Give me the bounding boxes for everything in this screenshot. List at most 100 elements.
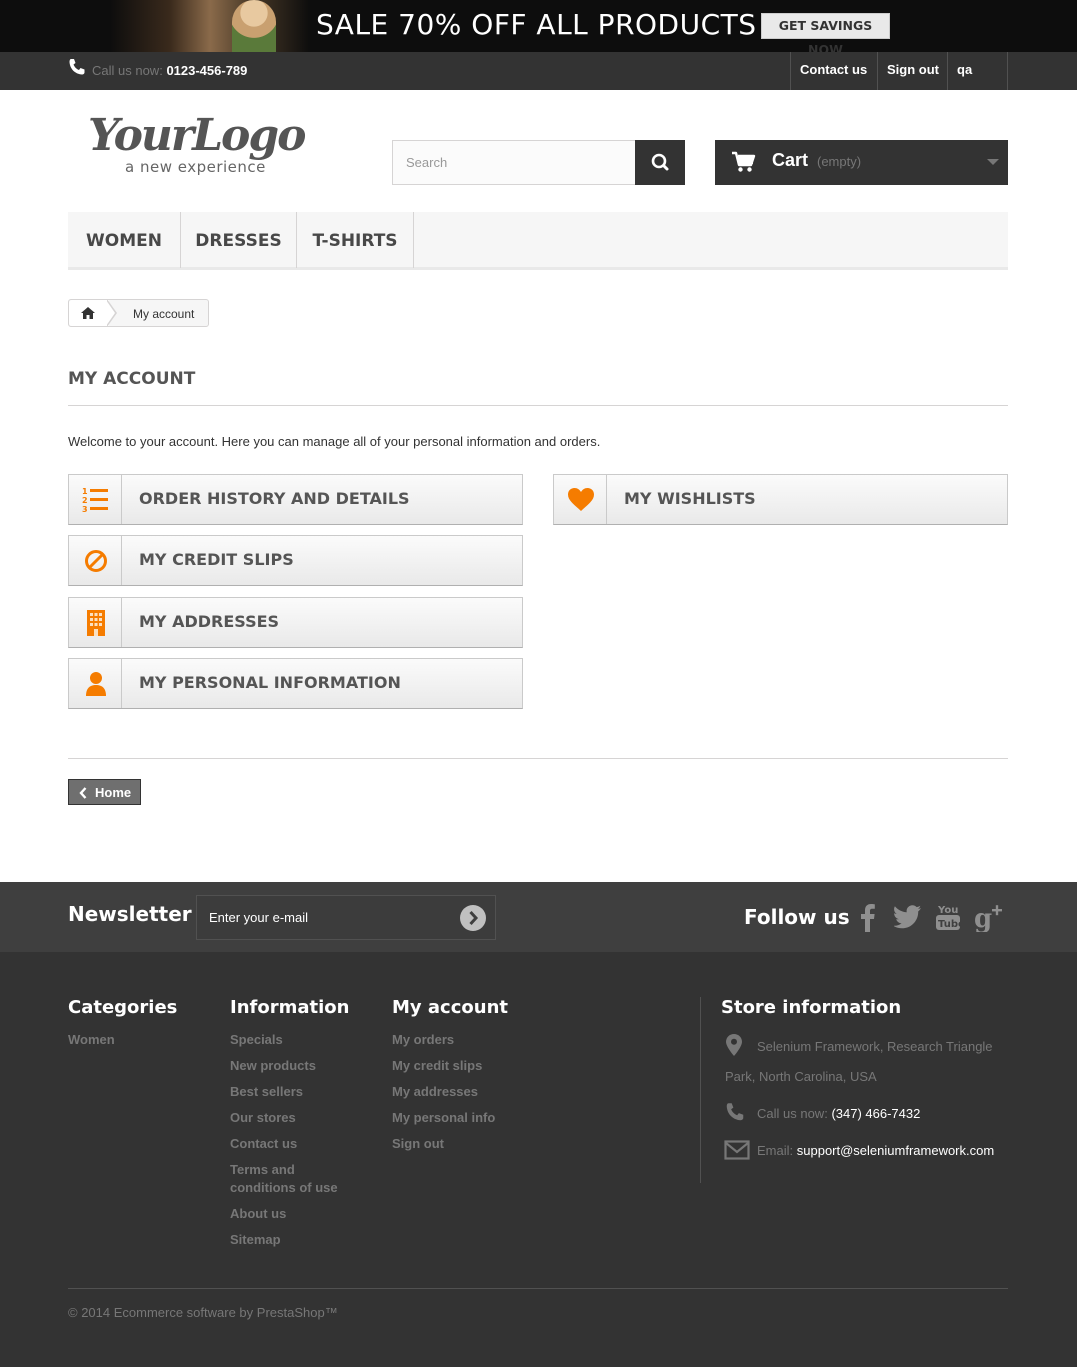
banner-model-image [232,0,276,52]
breadcrumb-current: My account [133,307,195,321]
store-email-line: Email: support@seleniumframework.com [757,1143,994,1158]
footer-link-contact-us[interactable]: Contact us [230,1135,297,1153]
get-savings-button[interactable]: GET SAVINGS NOW [761,13,890,52]
call-us-label: Call us now: [92,63,163,78]
personal-info-label: MY PERSONAL INFORMATION [139,673,401,692]
footer-link-my-credit-slips[interactable]: My credit slips [392,1057,482,1075]
search-icon [651,153,669,171]
building-icon [87,610,105,636]
footer-link-new-products[interactable]: New products [230,1057,316,1075]
footer-store-info-title: Store information [721,997,902,1018]
chevron-left-icon [79,787,87,799]
heart-icon [568,488,594,511]
order-history-icon-box: 1 2 3 [69,475,122,524]
order-history-label: ORDER HISTORY AND DETAILS [139,489,410,508]
cart-status: (empty) [817,154,862,169]
breadcrumb: My account [68,299,209,327]
store-logo[interactable]: YourLogo a new experience [88,110,328,182]
follow-us-title: Follow us [744,905,850,929]
menu-item-dresses[interactable]: DRESSES [181,212,297,268]
facebook-icon[interactable] [858,902,878,932]
newsletter-bar: Newsletter Enter your e-mail Follow us Y… [0,882,1077,952]
copyright-text: © 2014 Ecommerce software by PrestaShop™ [68,1305,338,1320]
footer-information-title: Information [230,997,350,1018]
personal-info-button[interactable]: MY PERSONAL INFORMATION [68,658,523,709]
google-plus-icon[interactable]: g [974,902,1004,932]
account-name-link[interactable]: qa test [947,52,1008,112]
logo-tagline: a new experience [125,158,266,176]
map-marker-icon [726,1034,742,1056]
youtube-icon[interactable]: You Tube [935,902,961,932]
addresses-label: MY ADDRESSES [139,612,280,631]
user-icon [86,672,106,696]
footer-link-my-orders[interactable]: My orders [392,1031,454,1049]
store-phone-number: (347) 466-7432 [831,1106,921,1121]
footer-link-sitemap[interactable]: Sitemap [230,1231,281,1249]
footer-link-sign-out[interactable]: Sign out [392,1135,444,1153]
addresses-icon-box [69,598,122,647]
newsletter-title: Newsletter [68,902,192,926]
home-icon [81,307,95,319]
search-button[interactable] [635,140,685,185]
footer-link-women[interactable]: Women [68,1031,115,1049]
cart-label: Cart [772,150,809,170]
envelope-icon [724,1140,750,1160]
wishlists-label: MY WISHLISTS [624,489,756,508]
content-divider [68,758,1008,759]
chevron-down-icon [987,159,999,165]
menu-item-women[interactable]: WOMEN [68,212,181,268]
svg-text:Tube: Tube [938,919,961,930]
menu-item-tshirts[interactable]: T-SHIRTS [297,212,414,268]
store-address-line-2: Park, North Carolina, USA [725,1069,877,1084]
footer-link-my-personal-info[interactable]: My personal info [392,1109,495,1127]
footer-link-about-us[interactable]: About us [230,1205,286,1223]
banner-photo [110,0,310,52]
store-address-line-1: Selenium Framework, Research Triangle [757,1039,993,1054]
store-phone-line: Call us now: (347) 466-7432 [757,1106,920,1121]
footer-link-my-addresses[interactable]: My addresses [392,1083,478,1101]
top-navbar: Call us now: 0123-456-789 Contact us Sig… [0,52,1077,112]
footer-link-specials[interactable]: Specials [230,1031,283,1049]
cart-icon [732,151,756,172]
logo-wordmark: YourLogo [88,110,307,161]
twitter-icon[interactable] [894,905,922,929]
svg-text:g: g [974,904,992,932]
footer-link-our-stores[interactable]: Our stores [230,1109,296,1127]
footer-link-terms[interactable]: Terms and conditions of use [230,1161,360,1197]
contact-us-link[interactable]: Contact us [790,52,876,90]
home-button[interactable]: Home [68,779,141,805]
wishlists-button[interactable]: MY WISHLISTS [553,474,1008,525]
phone-icon [726,1103,744,1121]
footer-my-account-title: My account [392,997,508,1018]
store-email-label: Email: [757,1143,794,1158]
footer-link-best-sellers[interactable]: Best sellers [230,1083,303,1101]
breadcrumb-separator-fill [106,300,115,326]
svg-text:You: You [937,905,958,916]
credit-slips-button[interactable]: MY CREDIT SLIPS [68,535,523,586]
store-email-link[interactable]: support@seleniumframework.com [797,1143,994,1158]
svg-text:2: 2 [82,496,88,505]
cart-button[interactable]: Cart (empty) [715,140,1008,185]
newsletter-email-input[interactable]: Enter your e-mail [196,895,496,940]
credit-slips-label: MY CREDIT SLIPS [139,550,294,569]
svg-text:3: 3 [82,505,88,514]
sign-out-link[interactable]: Sign out [877,52,948,90]
promo-banner[interactable]: SALE 70% OFF ALL PRODUCTS GET SAVINGS NO… [0,0,1077,52]
footer-divider [68,1288,1008,1289]
addresses-button[interactable]: MY ADDRESSES [68,597,523,648]
site-footer: Categories Women Information Specials Ne… [0,952,1077,1367]
newsletter-submit-button[interactable] [460,905,486,931]
footer-categories-title: Categories [68,997,178,1018]
credit-slips-icon-box [69,536,122,585]
ban-icon [85,550,107,572]
banner-headline: SALE 70% OFF ALL PRODUCTS [316,8,757,41]
personal-info-icon-box [69,659,122,708]
phone-number: 0123-456-789 [166,63,248,78]
order-history-button[interactable]: 1 2 3 ORDER HISTORY AND DETAILS [68,474,523,525]
welcome-text: Welcome to your account. Here you can ma… [68,434,601,449]
chevron-right-icon [469,910,479,926]
breadcrumb-home[interactable] [69,300,109,326]
main-menu: WOMEN DRESSES T-SHIRTS [68,212,1008,270]
search-input[interactable]: Search [392,140,636,185]
svg-text:1: 1 [82,487,88,496]
